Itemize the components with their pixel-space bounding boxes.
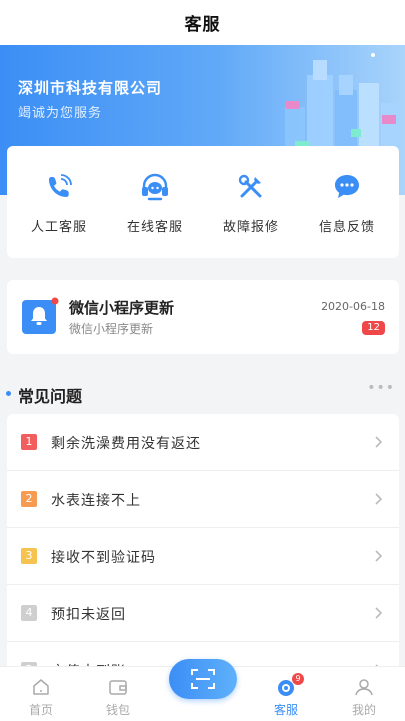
service-card: 人工客服 在线客服 故障报修 信息反馈 [7, 146, 399, 258]
tools-icon [234, 170, 268, 204]
chat-icon [330, 170, 364, 204]
bell-icon [21, 297, 59, 335]
faq-question: 剩余洗澡费用没有返还 [51, 436, 201, 452]
notice-title: 微信小程序更新 [69, 299, 175, 317]
faq-item[interactable]: 1 剩余洗澡费用没有返还 [7, 414, 399, 471]
faq-rank: 2 [21, 491, 37, 507]
faq-header: 常见问题 ••• [0, 380, 405, 408]
chevron-right-icon [375, 550, 383, 562]
tab-label: 钱包 [105, 703, 130, 717]
faq-item[interactable]: 2 水表连接不上 [7, 471, 399, 528]
faq-title: 常见问题 [18, 387, 83, 406]
more-icon[interactable]: ••• [367, 380, 395, 396]
service-label: 人工客服 [30, 219, 87, 235]
chevron-right-icon [375, 493, 383, 505]
notice-date: 2020-06-18 [321, 300, 385, 313]
page-title: 客服 [184, 15, 221, 35]
home-icon [33, 679, 49, 695]
top-bar: 客服 [0, 0, 405, 45]
tab-service[interactable]: 9 客服 [256, 667, 316, 721]
tab-label: 客服 [273, 703, 298, 717]
scan-button[interactable] [169, 659, 237, 699]
faq-rank: 4 [21, 605, 37, 621]
chevron-right-icon [375, 607, 383, 619]
faq-list: 1 剩余洗澡费用没有返还 2 水表连接不上 3 接收不到验证码 4 预扣未返回 … [7, 414, 399, 674]
service-label: 信息反馈 [318, 219, 375, 235]
service-badge: 9 [292, 673, 304, 685]
service-repair[interactable]: 故障报修 [206, 170, 296, 235]
tab-wallet[interactable]: 钱包 [88, 667, 148, 721]
service-manual[interactable]: 人工客服 [14, 170, 104, 235]
notice-card[interactable]: 微信小程序更新 微信小程序更新 2020-06-18 12 [7, 280, 399, 354]
faq-question: 水表连接不上 [51, 493, 141, 509]
headset-icon [138, 170, 172, 204]
user-icon [355, 679, 373, 696]
tab-home[interactable]: 首页 [11, 667, 71, 721]
service-label: 故障报修 [222, 219, 279, 235]
scan-icon [191, 669, 215, 689]
notice-badge: 12 [362, 321, 385, 335]
bottom-tab-bar: 首页 钱包 9 客服 我的 [0, 659, 405, 721]
tab-label: 首页 [28, 703, 53, 717]
service-label: 在线客服 [126, 219, 183, 235]
section-dot [6, 391, 11, 396]
company-name: 深圳市科技有限公司 [18, 79, 163, 97]
faq-item[interactable]: 3 接收不到验证码 [7, 528, 399, 585]
faq-question: 接收不到验证码 [51, 550, 156, 566]
faq-rank: 3 [21, 548, 37, 564]
chevron-right-icon [375, 436, 383, 448]
faq-question: 预扣未返回 [51, 607, 126, 623]
faq-item[interactable]: 4 预扣未返回 [7, 585, 399, 642]
notice-subtitle: 微信小程序更新 [69, 322, 154, 336]
tab-mine[interactable]: 我的 [334, 667, 394, 721]
city-illustration-icon [285, 53, 399, 155]
service-feedback[interactable]: 信息反馈 [302, 170, 392, 235]
customer-service-page: 客服 深圳市科技有限公司 竭诚为您服务 人工客服 在线客服 故障报修 信息反馈 … [0, 0, 405, 721]
wallet-icon [109, 680, 127, 695]
service-online[interactable]: 在线客服 [110, 170, 200, 235]
phone-icon [42, 170, 76, 204]
faq-rank: 1 [21, 434, 37, 450]
slogan: 竭诚为您服务 [18, 106, 103, 121]
tab-label: 我的 [351, 703, 376, 717]
